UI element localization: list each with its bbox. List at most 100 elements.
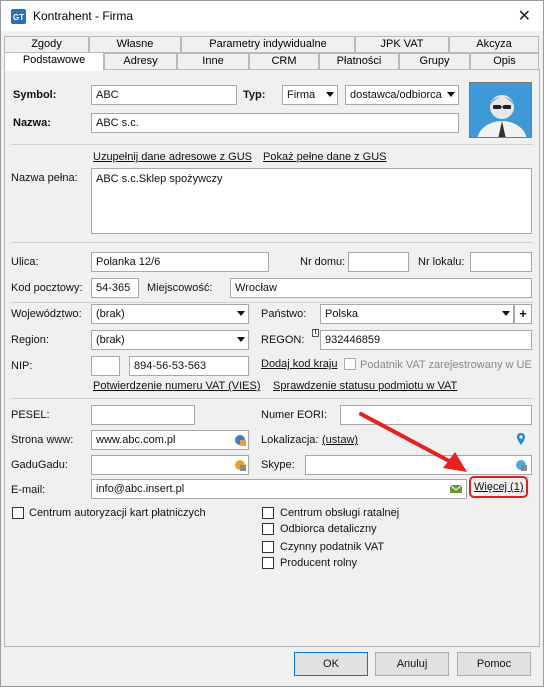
gadu-label: GaduGadu:	[11, 459, 68, 471]
tab-platnosci[interactable]: Płatności	[319, 53, 399, 70]
tab-podstawowe[interactable]: Podstawowe	[4, 52, 104, 71]
gus-show-link[interactable]: Pokaż pełne dane z GUS	[263, 151, 387, 163]
web-globe-icon[interactable]	[233, 433, 247, 447]
nazwa-pelna-field[interactable]: ABC s.c.Sklep spożywczy	[91, 168, 532, 234]
dialog-window: GT Kontrahent - Firma ✕ Zgody Własne Par…	[0, 0, 544, 687]
tab-grupy[interactable]: Grupy	[399, 53, 470, 70]
email-field[interactable]: info@abc.insert.pl	[91, 479, 467, 499]
vat-ue-checkbox[interactable]	[344, 358, 356, 370]
vat-ue-label: Podatnik VAT zarejestrowany w UE	[360, 359, 532, 371]
cancel-button[interactable]: Anuluj	[375, 652, 449, 676]
close-icon[interactable]: ✕	[518, 6, 531, 26]
ulica-label: Ulica:	[11, 256, 39, 268]
nazwa-field[interactable]: ABC s.c.	[91, 113, 459, 133]
app-icon: GT	[11, 9, 26, 24]
producent-checkbox[interactable]	[262, 557, 274, 569]
wojewodztwo-combo[interactable]: (brak)	[91, 304, 249, 324]
regon-label: REGON:	[261, 334, 305, 346]
help-button[interactable]: Pomoc	[457, 652, 531, 676]
skype-label: Skype:	[261, 459, 295, 471]
gadu-field[interactable]	[91, 455, 249, 475]
pesel-label: PESEL:	[11, 409, 50, 421]
skype-icon[interactable]	[514, 458, 528, 472]
chevron-down-icon	[447, 92, 455, 97]
www-label: Strona www:	[11, 434, 74, 446]
avatar[interactable]	[469, 82, 532, 138]
email-label: E-mail:	[11, 484, 46, 496]
region-value: (brak)	[96, 334, 125, 346]
www-field[interactable]: www.abc.com.pl	[91, 430, 249, 450]
miejscowosc-label: Miejscowość:	[147, 282, 213, 294]
svg-text:GT: GT	[13, 13, 24, 22]
czynny-vat-checkbox[interactable]	[262, 541, 274, 553]
kod-field[interactable]: 54-365	[91, 278, 139, 298]
symbol-field[interactable]: ABC	[91, 85, 237, 105]
typ-label: Typ:	[243, 89, 266, 101]
region-label: Region:	[11, 334, 49, 346]
region-combo[interactable]: (brak)	[91, 330, 249, 350]
symbol-label: Symbol:	[13, 89, 57, 101]
cor-checkbox[interactable]	[262, 507, 274, 519]
window-title: Kontrahent - Firma	[33, 9, 134, 23]
tab-jpk-vat[interactable]: JPK VAT	[355, 36, 449, 53]
title-bar: GT Kontrahent - Firma ✕	[1, 1, 543, 31]
typ2-combo[interactable]: dostawca/odbiorca	[345, 85, 459, 105]
add-country-button[interactable]: +	[514, 304, 532, 324]
annotation-arrow-icon	[359, 412, 467, 472]
tab-opis[interactable]: Opis	[470, 53, 539, 70]
chevron-down-icon	[237, 311, 245, 316]
tab-inne[interactable]: Inne	[177, 53, 249, 70]
www-value: www.abc.com.pl	[96, 434, 176, 446]
ustaw-link[interactable]: (ustaw)	[322, 434, 358, 446]
nr-domu-label: Nr domu:	[300, 256, 346, 268]
tab-akcyza[interactable]: Akcyza	[449, 36, 539, 53]
miejscowosc-field[interactable]: Wrocław	[230, 278, 532, 298]
odbiorca-checkbox[interactable]	[262, 523, 274, 535]
pesel-field[interactable]	[91, 405, 195, 425]
tab-adresy[interactable]: Adresy	[104, 53, 177, 70]
separator	[11, 398, 533, 399]
nazwa-label: Nazwa:	[13, 117, 51, 129]
nip-label: NIP:	[11, 360, 33, 372]
ok-button[interactable]: OK	[294, 652, 368, 676]
nazwa-pelna-label: Nazwa pełna:	[11, 172, 78, 184]
nr-domu-field[interactable]	[348, 252, 409, 272]
panstwo-label: Państwo:	[261, 308, 307, 320]
user-avatar-icon	[470, 83, 531, 137]
separator	[11, 144, 533, 145]
panstwo-combo[interactable]: Polska	[320, 304, 514, 324]
lokalizacja-label: Lokalizacja:	[261, 434, 319, 446]
vat-status-link[interactable]: Sprawdzenie statusu podmiotu w VAT	[273, 380, 457, 392]
chevron-down-icon	[502, 311, 510, 316]
tab-parametry[interactable]: Parametry indywidualne	[181, 36, 355, 53]
tab-wlasne[interactable]: Własne	[89, 36, 181, 53]
nr-lokalu-label: Nr lokalu:	[418, 256, 465, 268]
tab-crm[interactable]: CRM	[249, 53, 319, 70]
ulica-field[interactable]: Polanka 12/6	[91, 252, 269, 272]
panstwo-value: Polska	[325, 308, 359, 320]
nip-field[interactable]: 894-56-53-563	[129, 356, 249, 376]
tab-panel-podstawowe: Symbol: ABC Typ: Firma dostawca/odbiorca	[4, 69, 540, 647]
separator	[11, 242, 533, 243]
mail-icon[interactable]	[449, 482, 463, 496]
car-checkbox[interactable]	[12, 507, 24, 519]
tab-zgody[interactable]: Zgody	[4, 36, 89, 53]
wojewodztwo-label: Województwo:	[11, 308, 82, 320]
info-icon[interactable]: !	[312, 329, 319, 337]
plus-icon: +	[519, 306, 527, 321]
gadu-icon[interactable]	[233, 458, 247, 472]
vies-link[interactable]: Potwierdzenie numeru VAT (VIES)	[93, 380, 261, 392]
czynny-vat-label: Czynny podatnik VAT	[280, 541, 385, 553]
typ-combo[interactable]: Firma	[282, 85, 338, 105]
odbiorca-label: Odbiorca detaliczny	[280, 523, 377, 535]
nr-lokalu-field[interactable]	[470, 252, 532, 272]
cor-label: Centrum obsługi ratalnej	[280, 507, 400, 519]
kod-label: Kod pocztowy:	[11, 282, 83, 294]
regon-field[interactable]: 932446859	[320, 330, 532, 350]
map-pin-icon[interactable]	[514, 432, 528, 446]
nip-prefix-field[interactable]	[91, 356, 120, 376]
gus-fill-link[interactable]: Uzupełnij dane adresowe z GUS	[93, 151, 252, 163]
more-emails-link[interactable]: Więcej (1)	[474, 481, 524, 493]
typ-value: Firma	[287, 89, 316, 101]
add-country-code-link[interactable]: Dodaj kod kraju	[261, 358, 337, 370]
